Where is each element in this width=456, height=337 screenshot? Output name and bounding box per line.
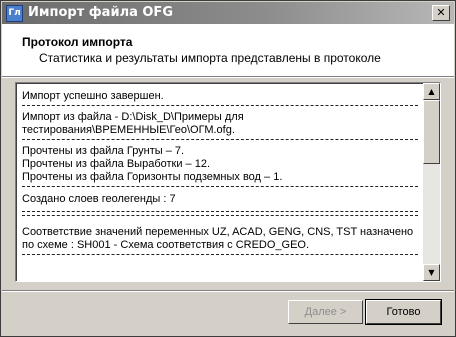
app-icon: Гл — [6, 5, 23, 22]
header-separator — [2, 76, 454, 78]
log-line: Импорт из файла - D:\Disk_D\Примеры для — [22, 111, 244, 123]
log-line: по схеме : SH001 - Схема соответствия с … — [22, 239, 310, 251]
log-line: Создано слоев геолегенды : 7 — [22, 193, 176, 205]
scrollbar-thumb[interactable] — [423, 100, 440, 164]
log-line: Прочтены из файла Грунты – 7. — [22, 145, 185, 157]
window-title: Импорт файла OFG — [28, 5, 173, 20]
scroll-down-arrow-icon[interactable]: ▼ — [423, 264, 440, 281]
wizard-header: Протокол импорта Статистика и результаты… — [2, 24, 454, 76]
log-divider — [22, 186, 418, 187]
log-divider — [22, 105, 418, 106]
log-content: Импорт успешно завершен. Импорт из файла… — [22, 83, 418, 255]
import-log-textbox[interactable]: Импорт успешно завершен. Импорт из файла… — [15, 82, 441, 282]
import-dialog-window: Гл Импорт файла OFG ✕ Протокол импорта С… — [0, 0, 456, 337]
scroll-up-arrow-icon[interactable]: ▲ — [423, 83, 440, 100]
header-title: Протокол импорта — [22, 35, 133, 49]
log-divider — [22, 139, 418, 140]
footer-separator — [2, 290, 454, 292]
log-line: Прочтены из файла Горизонты подземных во… — [22, 171, 283, 183]
log-line: Импорт успешно завершен. — [22, 90, 164, 102]
log-divider — [22, 211, 418, 212]
next-button[interactable]: Далее > — [288, 300, 363, 324]
log-line: Соответствие значений переменных UZ, ACA… — [22, 226, 414, 238]
log-line: тестирования\ВРЕМЕННЫЕ\Гео\ОГМ.ofg. — [22, 124, 235, 136]
done-button[interactable]: Готово — [365, 299, 442, 325]
vertical-scrollbar[interactable]: ▲ ▼ — [423, 83, 440, 281]
log-line: Прочтены из файла Выработки – 12. — [22, 158, 211, 170]
close-button[interactable]: ✕ — [432, 5, 450, 21]
header-subtitle: Статистика и результаты импорта представ… — [39, 51, 381, 65]
title-bar[interactable]: Гл Импорт файла OFG ✕ — [2, 2, 454, 24]
log-divider — [22, 254, 418, 255]
log-divider — [22, 215, 418, 216]
